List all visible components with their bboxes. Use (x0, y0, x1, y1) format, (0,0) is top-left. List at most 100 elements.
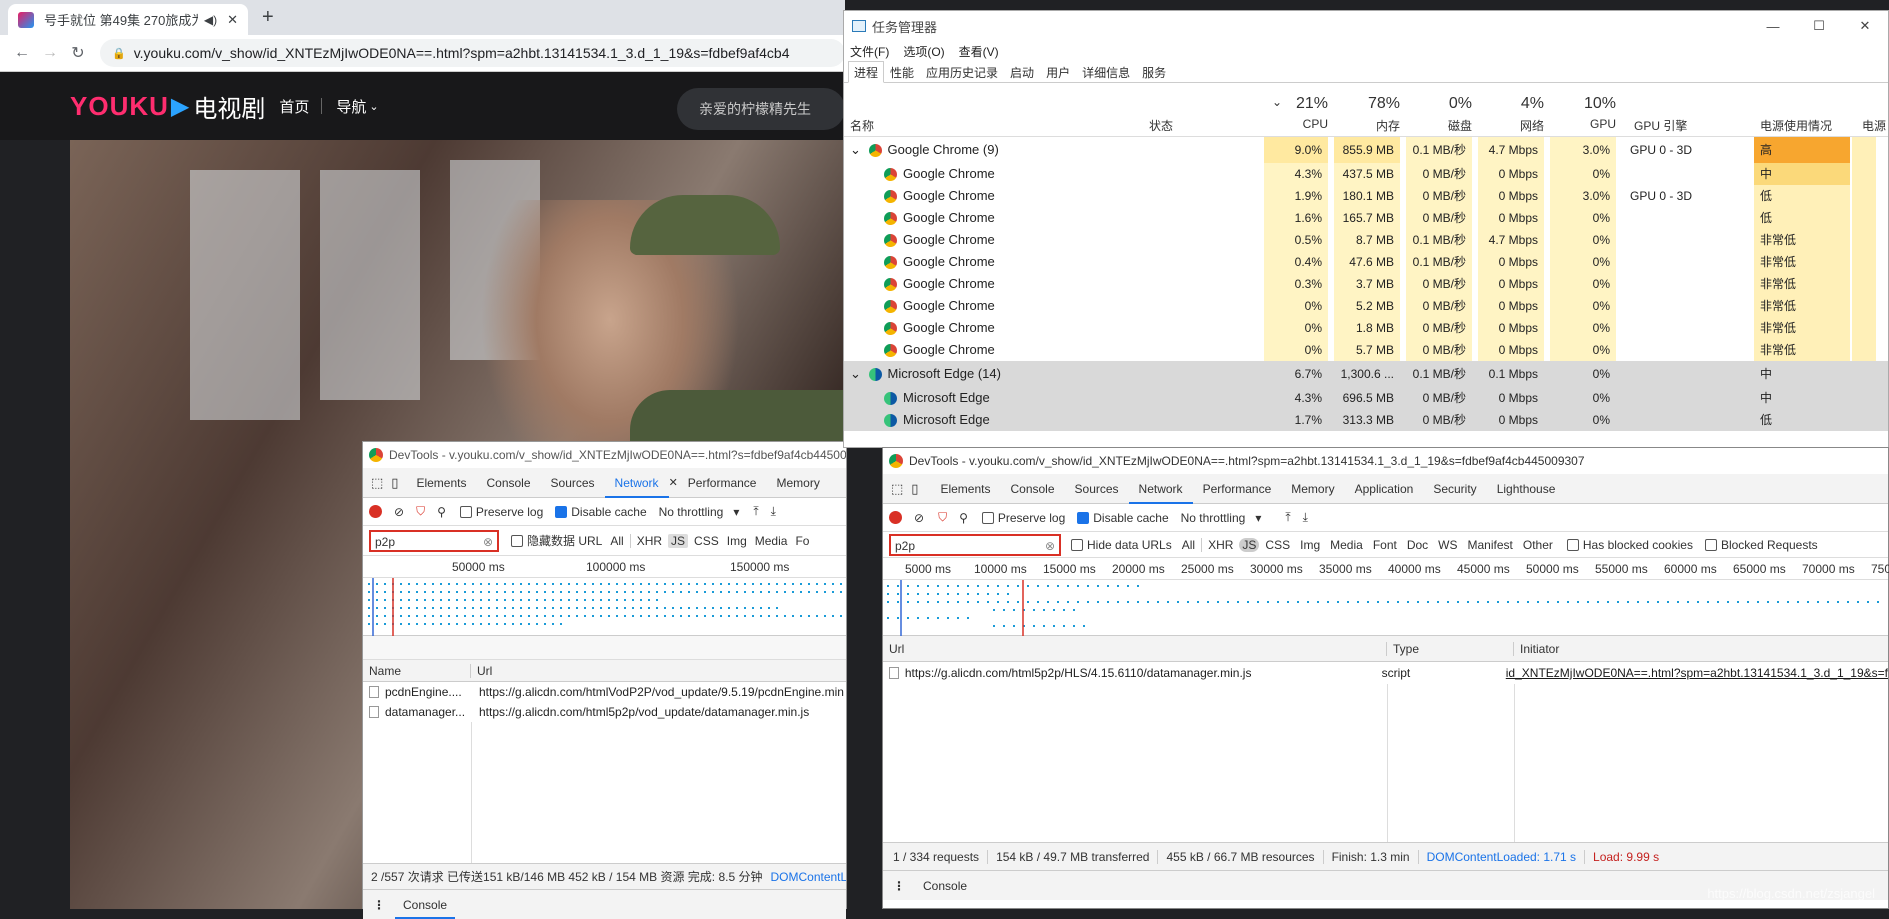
throttling-select[interactable]: No throttling (659, 505, 724, 519)
more-icon[interactable]: ⋮ (373, 898, 385, 912)
type-img[interactable]: Img (1300, 538, 1320, 552)
hide-data-urls-checkbox[interactable] (1071, 539, 1083, 551)
clear-filter-icon[interactable]: ⊗ (483, 532, 493, 552)
type-js[interactable]: JS (668, 534, 688, 548)
type-doc[interactable]: Doc (1407, 538, 1428, 552)
process-row[interactable]: Google Chrome1.9%180.1 MB0 MB/秒0 Mbps3.0… (844, 185, 1888, 207)
tab-security[interactable]: Security (1423, 482, 1486, 496)
device-icon[interactable]: ▯ (391, 475, 398, 491)
tab-details[interactable]: 详细信息 (1076, 61, 1136, 83)
nav-home[interactable]: 首页 (279, 96, 309, 117)
browser-tab[interactable]: 号手就位 第49集 270旅成为 ◀) ✕ (8, 4, 248, 35)
export-icon[interactable]: ⤓ (771, 504, 776, 519)
process-group-row[interactable]: ⌄ Microsoft Edge (14)6.7%1,300.6 ...0.1 … (844, 361, 1888, 387)
inspect-icon[interactable]: ⬚ (891, 481, 903, 497)
import-icon[interactable]: ⤒ (753, 504, 758, 519)
process-row[interactable]: Google Chrome0%5.7 MB0 MB/秒0 Mbps0%非常低 (844, 339, 1888, 361)
tab-network[interactable]: Network (605, 468, 669, 498)
table-row[interactable]: pcdnEngine.... https://g.alicdn.com/html… (363, 682, 846, 702)
forward-arrow-icon[interactable]: → (36, 44, 64, 62)
type-xhr[interactable]: XHR (1208, 538, 1233, 552)
tab-network[interactable]: Network (1129, 474, 1193, 504)
tab-application[interactable]: Application (1345, 482, 1424, 496)
tab-console[interactable]: Console (1000, 482, 1064, 496)
maximize-icon[interactable]: ☐ (1796, 18, 1842, 34)
search-icon[interactable]: ⚲ (437, 505, 446, 519)
col-mem[interactable]: 内存 (1334, 117, 1400, 134)
url-bar[interactable]: 🔒 v.youku.com/v_show/id_XNTEzMjIwODE0NA=… (100, 39, 845, 67)
device-icon[interactable]: ▯ (911, 481, 918, 497)
disable-cache-checkbox[interactable] (1077, 512, 1089, 524)
process-row[interactable]: Google Chrome0%1.8 MB0 MB/秒0 Mbps0%非常低 (844, 317, 1888, 339)
col-power[interactable]: 电源使用情况 (1760, 117, 1832, 134)
process-row[interactable]: Microsoft Edge1.7%313.3 MB0 MB/秒0 Mbps0%… (844, 409, 1888, 431)
preserve-log-checkbox[interactable] (982, 512, 994, 524)
channel-title[interactable]: 电视剧 (193, 89, 265, 124)
menu-options[interactable]: 选项(O) (903, 43, 944, 60)
col-url[interactable]: Url (471, 664, 492, 678)
process-group-row[interactable]: ⌄ Google Chrome (9)9.0%855.9 MB0.1 MB/秒4… (844, 137, 1888, 163)
reload-icon[interactable]: ↻ (64, 43, 92, 63)
col-status[interactable]: 状态 (1149, 117, 1173, 134)
record-icon[interactable] (369, 505, 382, 518)
inspect-icon[interactable]: ⬚ (371, 475, 383, 491)
process-row[interactable]: Google Chrome0.3%3.7 MB0 MB/秒0 Mbps0%非常低 (844, 273, 1888, 295)
process-row[interactable]: Google Chrome0.4%47.6 MB0.1 MB/秒0 Mbps0%… (844, 251, 1888, 273)
col-gpu-engine[interactable]: GPU 引擎 (1634, 117, 1687, 134)
tab-app-history[interactable]: 应用历史记录 (920, 61, 1004, 83)
type-img[interactable]: Img (727, 534, 747, 548)
tab-sources[interactable]: Sources (541, 476, 605, 490)
record-icon[interactable] (889, 511, 902, 524)
youku-logo[interactable]: YOUKU (70, 91, 169, 122)
tab-elements[interactable]: Elements (406, 476, 476, 490)
audio-icon[interactable]: ◀) (204, 13, 217, 27)
preserve-log-checkbox[interactable] (460, 506, 472, 518)
tab-performance[interactable]: Performance (678, 476, 767, 490)
col-gpu[interactable]: GPU (1550, 117, 1616, 131)
type-font[interactable]: Fo (795, 534, 809, 548)
close-tab-icon[interactable]: ✕ (669, 476, 678, 489)
tab-sources[interactable]: Sources (1065, 482, 1129, 496)
search-icon[interactable]: ⚲ (959, 511, 968, 525)
export-icon[interactable]: ⤓ (1303, 510, 1308, 525)
type-font[interactable]: Font (1373, 538, 1397, 552)
network-overview-right[interactable] (883, 580, 1888, 636)
more-icon[interactable]: ⋮ (893, 879, 905, 893)
tab-console[interactable]: Console (476, 476, 540, 490)
process-row[interactable]: Google Chrome0%5.2 MB0 MB/秒0 Mbps0%非常低 (844, 295, 1888, 317)
throttling-select[interactable]: No throttling (1181, 511, 1246, 525)
type-ws[interactable]: WS (1438, 538, 1457, 552)
drawer-console-tab[interactable]: Console (915, 879, 975, 893)
drawer-console-tab[interactable]: Console (395, 891, 455, 919)
has-blocked-cookies-checkbox[interactable] (1567, 539, 1579, 551)
filter-icon[interactable]: ⛉ (416, 504, 425, 519)
table-row[interactable]: datamanager... https://g.alicdn.com/html… (363, 702, 846, 722)
tab-memory[interactable]: Memory (1281, 482, 1344, 496)
col-cpu[interactable]: CPU (1264, 117, 1328, 131)
type-media[interactable]: Media (1330, 538, 1363, 552)
type-css[interactable]: CSS (1265, 538, 1290, 552)
menu-file[interactable]: 文件(F) (850, 43, 889, 60)
row-initiator[interactable]: id_XNTEzMjIwODE0NA==.html?spm=a2hbt.1314… (1500, 666, 1888, 680)
nav-menu[interactable]: 导航 (336, 96, 366, 117)
tab-lighthouse[interactable]: Lighthouse (1487, 482, 1566, 496)
col-power-trend[interactable]: 电源 (1862, 117, 1886, 134)
clear-filter-icon[interactable]: ⊗ (1045, 536, 1055, 556)
type-xhr[interactable]: XHR (637, 534, 662, 548)
close-tab-icon[interactable]: ✕ (227, 12, 238, 28)
disable-cache-checkbox[interactable] (555, 506, 567, 518)
clear-icon[interactable]: ⊘ (394, 505, 404, 519)
type-all[interactable]: All (610, 534, 623, 548)
tab-performance[interactable]: Performance (1193, 482, 1282, 496)
type-css[interactable]: CSS (694, 534, 719, 548)
col-type[interactable]: Type (1387, 642, 1514, 656)
import-icon[interactable]: ⤒ (1285, 510, 1290, 525)
minimize-icon[interactable]: — (1750, 19, 1796, 34)
tab-memory[interactable]: Memory (766, 476, 829, 490)
filter-input-left[interactable]: p2p ⊗ (369, 530, 499, 552)
network-overview-left[interactable] (363, 578, 846, 636)
expand-chevron-icon[interactable]: ⌄ (850, 366, 865, 381)
col-net[interactable]: 网络 (1478, 117, 1544, 134)
close-icon[interactable]: ✕ (1842, 18, 1888, 34)
col-name[interactable]: Name (363, 664, 471, 678)
